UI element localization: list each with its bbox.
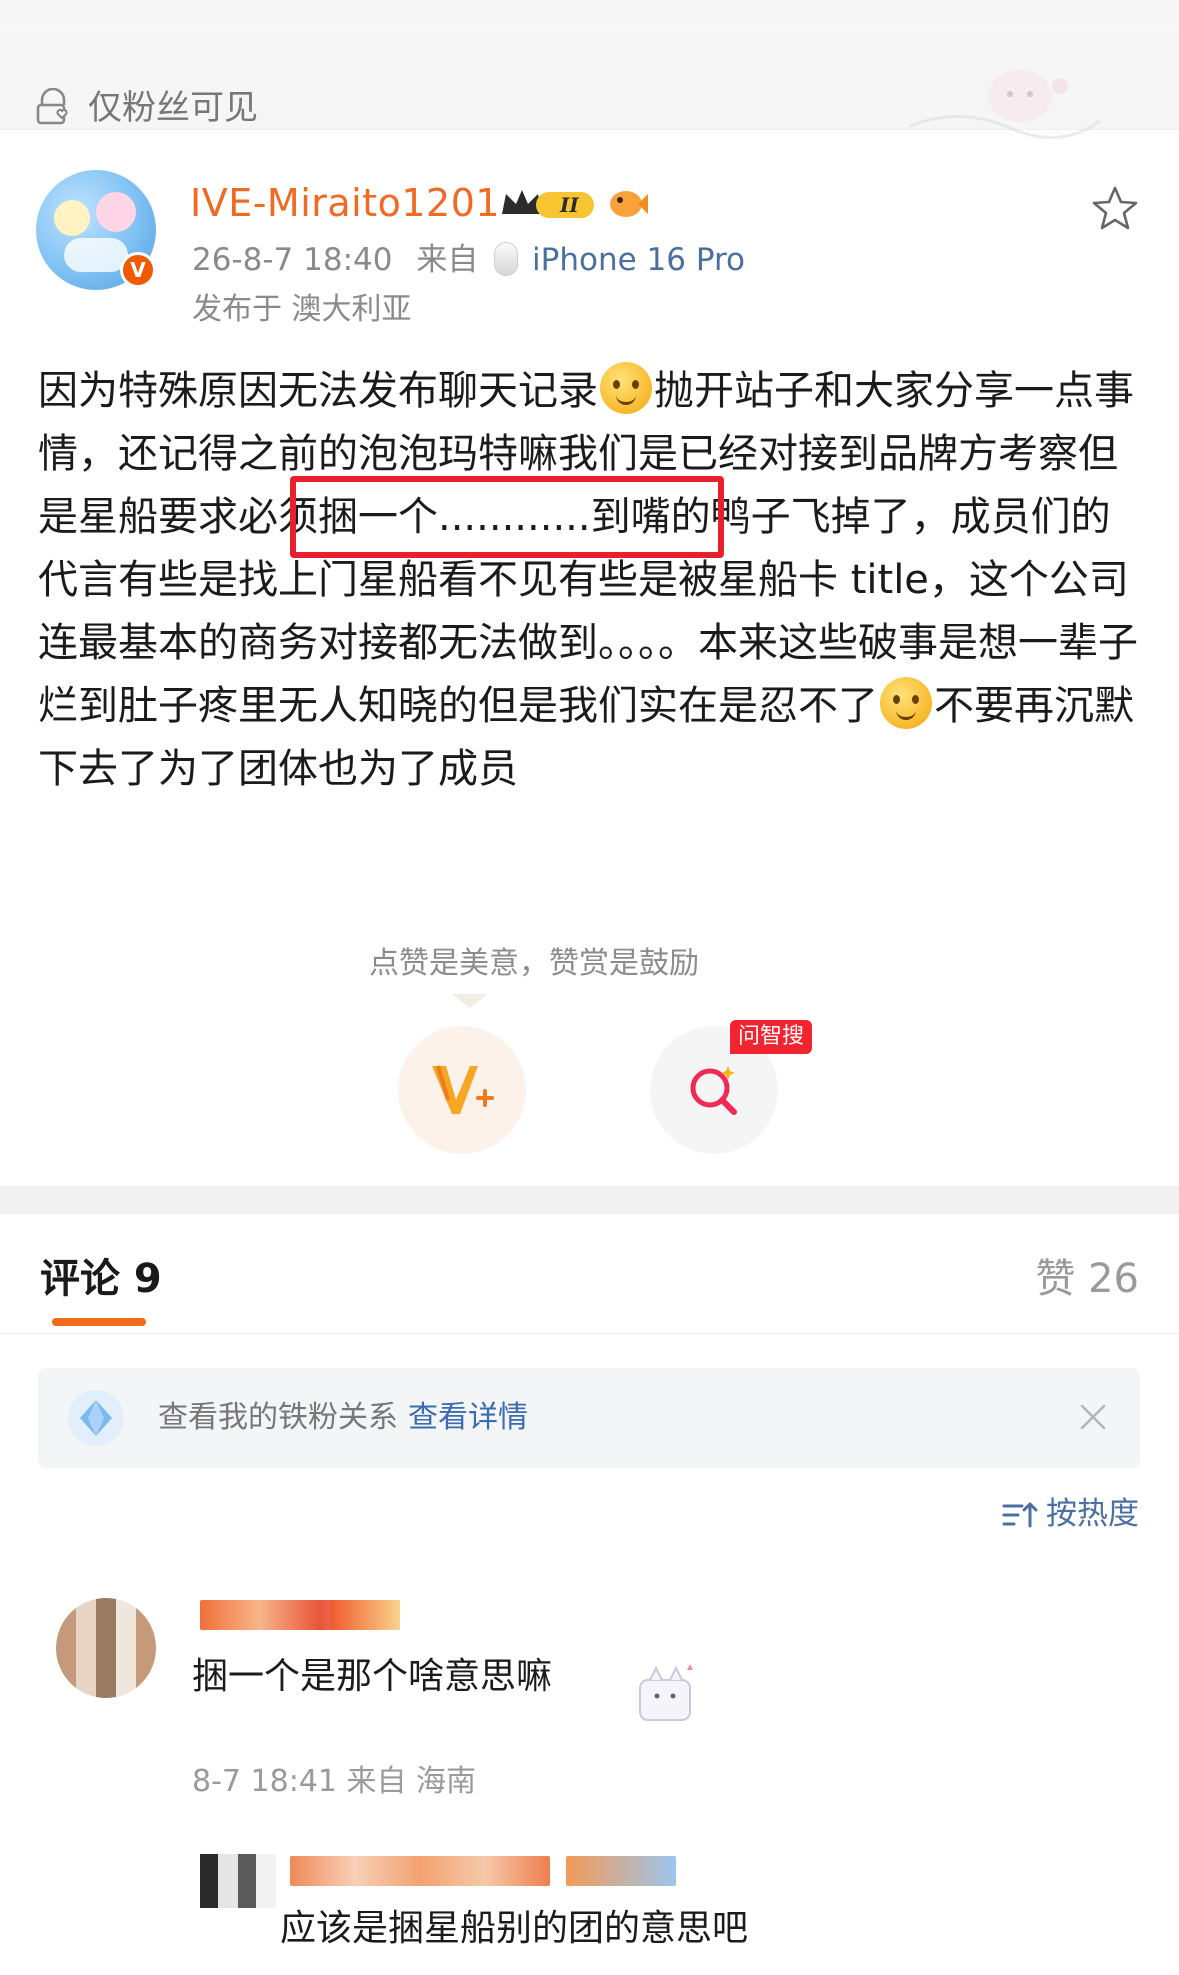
comment-meta: 8-7 18:41 来自 海南: [192, 1764, 477, 1799]
comments-header: 评论 9 赞 26: [0, 1214, 1179, 1334]
rank-badge-text: II: [559, 193, 579, 217]
verified-badge-icon: V: [120, 252, 156, 288]
cat-sticker-icon: [639, 1664, 693, 1721]
likes-tab[interactable]: 赞 26: [1035, 1254, 1139, 1304]
section-divider: [0, 1186, 1179, 1214]
from-label: 来自: [416, 242, 479, 278]
visibility-label: 仅粉丝可见: [88, 88, 258, 128]
favorite-star-icon[interactable]: [1090, 184, 1140, 234]
post-meta: 26-8-7 18:40 来自 iPhone 16 Pro: [192, 240, 745, 280]
reply-badge-blurred: [566, 1856, 676, 1886]
fan-banner-text: 查看我的铁粉关系 查看详情: [158, 1396, 528, 1440]
post-body: 因为特殊原因无法发布聊天记录 抛开站子和大家分享一点事情，还记得之前的泡泡玛特嘛我…: [38, 360, 1143, 801]
phone-icon: [494, 242, 519, 276]
reply-name-blurred[interactable]: [290, 1856, 550, 1886]
post-text-1: 因为特殊原因无法发布聊天记录: [38, 368, 598, 414]
sort-label: 按热度: [1046, 1496, 1139, 1532]
fan-relationship-banner[interactable]: 查看我的铁粉关系 查看详情: [38, 1368, 1140, 1468]
lock-heart-icon: [36, 88, 68, 125]
like-hint-pointer: [452, 994, 488, 1008]
author-username[interactable]: IVE-Miraito1201: [190, 180, 500, 226]
close-icon[interactable]: [1076, 1400, 1110, 1434]
active-tab-underline: [52, 1318, 146, 1326]
commenter-badge-blurred: [330, 1600, 400, 1630]
fish-badge-icon: [610, 191, 648, 217]
melting-emoji-icon: [880, 677, 932, 729]
reward-button[interactable]: [398, 1026, 526, 1154]
diamond-icon: [68, 1390, 124, 1446]
post-device[interactable]: iPhone 16 Pro: [532, 242, 745, 278]
reply-avatar-blurred[interactable]: [200, 1854, 276, 1908]
visibility-bar: 仅粉丝可见: [0, 30, 1179, 139]
comments-tab[interactable]: 评论 9: [40, 1254, 162, 1304]
post-timestamp: 26-8-7 18:40: [192, 242, 393, 278]
decorative-character-icon: [909, 70, 1101, 139]
smart-search-icon: [690, 1066, 737, 1115]
sort-by-hot-button[interactable]: 按热度: [1002, 1492, 1139, 1536]
sort-icon: [1002, 1502, 1038, 1528]
post-text-highlight: 星船要求必须捆一个.: [78, 494, 451, 540]
smart-search-badge[interactable]: 问智搜: [730, 1020, 813, 1054]
post-location: 发布于 澳大利亚: [192, 292, 412, 327]
fan-banner-label: 查看我的铁粉关系: [158, 1400, 398, 1435]
crown-badge-icon[interactable]: II: [498, 184, 598, 222]
reply-text[interactable]: 应该是捆星船别的团的意思吧: [280, 1904, 748, 1954]
fan-banner-link[interactable]: 查看详情: [408, 1400, 528, 1435]
smirk-emoji-icon: [600, 362, 652, 414]
commenter-avatar[interactable]: [56, 1598, 156, 1698]
top-strip: [0, 0, 1179, 30]
comment-text[interactable]: 捆一个是那个啥意思嘛: [192, 1652, 552, 1702]
reward-v-icon: [432, 1065, 494, 1114]
like-hint: 点赞是美意，赞赏是鼓励: [369, 946, 699, 981]
